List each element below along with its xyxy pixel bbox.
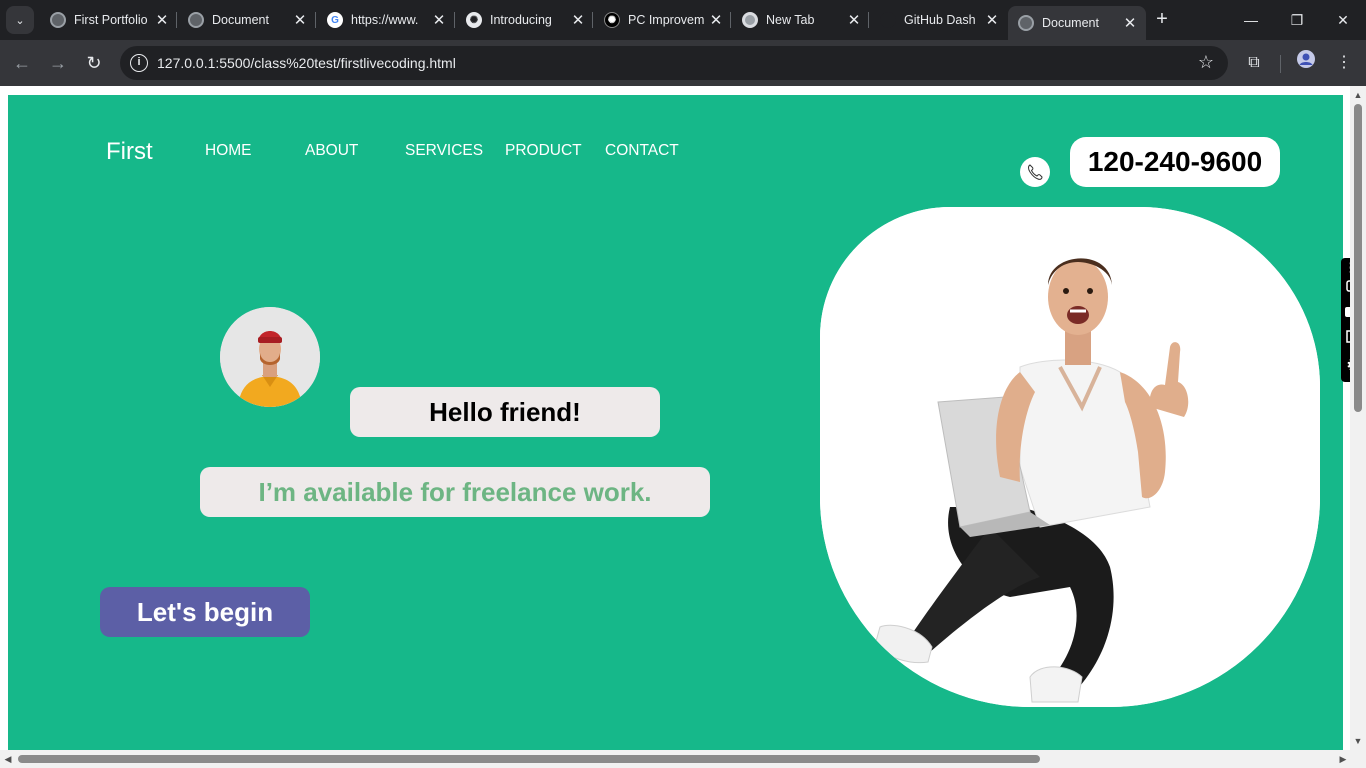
tab-separator [868,12,869,28]
lets-begin-button[interactable]: Let's begin [100,587,310,637]
vertical-scroll-thumb[interactable] [1354,104,1362,412]
tab-document-active[interactable]: Document ✕ [1008,6,1146,40]
browser-tab-bar: ⌄ First Portfolio ✕ Document ✕ G https:/… [0,0,1366,40]
browser-toolbar: ← → ↻ i 127.0.0.1:5500/class%20test/firs… [0,40,1366,86]
scroll-right-arrow-icon[interactable]: ▶ [1338,754,1348,764]
tab-new-tab[interactable]: New Tab ✕ [732,6,870,34]
pc-icon: ✺ [604,12,620,28]
tab-introducing[interactable]: ✺ Introducing ✕ [456,6,594,34]
tab-title: Introducing [490,13,552,27]
tab-separator [176,12,177,28]
tab-document[interactable]: Document ✕ [178,6,316,34]
tab-title: GitHub Dash [904,13,976,27]
globe-icon [50,12,66,28]
bookmark-star-icon[interactable]: ☆ [1198,52,1214,73]
tab-close-icon[interactable]: ✕ [844,11,864,29]
scroll-down-arrow-icon[interactable]: ▼ [1353,736,1363,746]
globe-icon [188,12,204,28]
tab-close-icon[interactable]: ✕ [568,11,588,29]
greeting-bubble: Hello friend! [350,387,660,437]
tab-title: https://www. [351,13,419,27]
tab-separator [592,12,593,28]
tagline-bubble: I’m available for freelance work. [200,467,710,517]
toolbar-divider [1280,55,1281,73]
tab-title: New Tab [766,13,815,27]
address-url[interactable]: 127.0.0.1:5500/class%20test/firstlivecod… [157,55,456,71]
window-close-icon[interactable]: ✕ [1320,6,1366,34]
tab-search-button[interactable]: ⌄ [6,6,34,34]
chrome-icon [742,12,758,28]
tab-close-icon[interactable]: ✕ [1120,14,1140,32]
tab-separator [454,12,455,28]
hero-section: First HOME ABOUT SERVICES PRODUCT CONTAC… [8,95,1343,750]
phone-number[interactable]: 120-240-9600 [1070,137,1280,187]
horizontal-scrollbar[interactable]: ◀ ▶ [0,750,1366,768]
phone-icon [1020,157,1050,187]
tab-close-icon[interactable]: ✕ [982,11,1002,29]
site-info-icon[interactable]: i [130,54,148,72]
browser-menu-icon[interactable]: ⋮ [1330,49,1358,77]
nav-services[interactable]: SERVICES [405,142,483,160]
openai-icon: ✺ [466,12,482,28]
reload-icon[interactable]: ↻ [80,49,108,77]
github-icon [880,12,896,28]
restore-icon[interactable]: ❐ [1274,6,1320,34]
globe-icon [1018,15,1034,31]
google-icon: G [327,12,343,28]
scroll-left-arrow-icon[interactable]: ◀ [3,754,13,764]
nav-about[interactable]: ABOUT [305,142,358,160]
tab-title: First Portfolio [74,13,148,27]
profile-avatar [220,307,320,407]
site-logo[interactable]: First [106,138,153,166]
new-tab-button[interactable]: + [1150,8,1174,32]
extensions-icon[interactable]: ⧉ [1240,49,1268,77]
tab-close-icon[interactable]: ✕ [290,11,310,29]
address-bar[interactable]: i 127.0.0.1:5500/class%20test/firstlivec… [120,46,1228,80]
back-arrow-icon[interactable]: ← [8,49,36,77]
scroll-up-arrow-icon[interactable]: ▲ [1353,90,1363,100]
hero-image [820,207,1320,707]
nav-product[interactable]: PRODUCT [505,142,582,160]
tab-close-icon[interactable]: ✕ [429,11,449,29]
nav-home[interactable]: HOME [205,142,252,160]
horizontal-scroll-thumb[interactable] [18,755,1040,763]
tab-google[interactable]: G https://www. ✕ [317,6,455,34]
forward-arrow-icon[interactable]: → [44,49,72,77]
profile-avatar-icon[interactable] [1292,49,1320,77]
nav-contact[interactable]: CONTACT [605,142,679,160]
vertical-scrollbar[interactable]: ▲ ▼ [1350,86,1366,750]
tab-close-icon[interactable]: ✕ [152,11,172,29]
tab-title: Document [1042,16,1099,30]
page-viewport: First HOME ABOUT SERVICES PRODUCT CONTAC… [0,86,1366,768]
tab-pc-improvement[interactable]: ✺ PC Improvem ✕ [594,6,732,34]
tab-first-portfolio[interactable]: First Portfolio ✕ [40,6,178,34]
tab-title: Document [212,13,269,27]
tab-separator [730,12,731,28]
minimize-icon[interactable]: — [1228,6,1274,34]
tab-github-dashboard[interactable]: GitHub Dash ✕ [870,6,1008,34]
tab-separator [315,12,316,28]
tab-title: PC Improvem [628,13,705,27]
tab-close-icon[interactable]: ✕ [706,11,726,29]
